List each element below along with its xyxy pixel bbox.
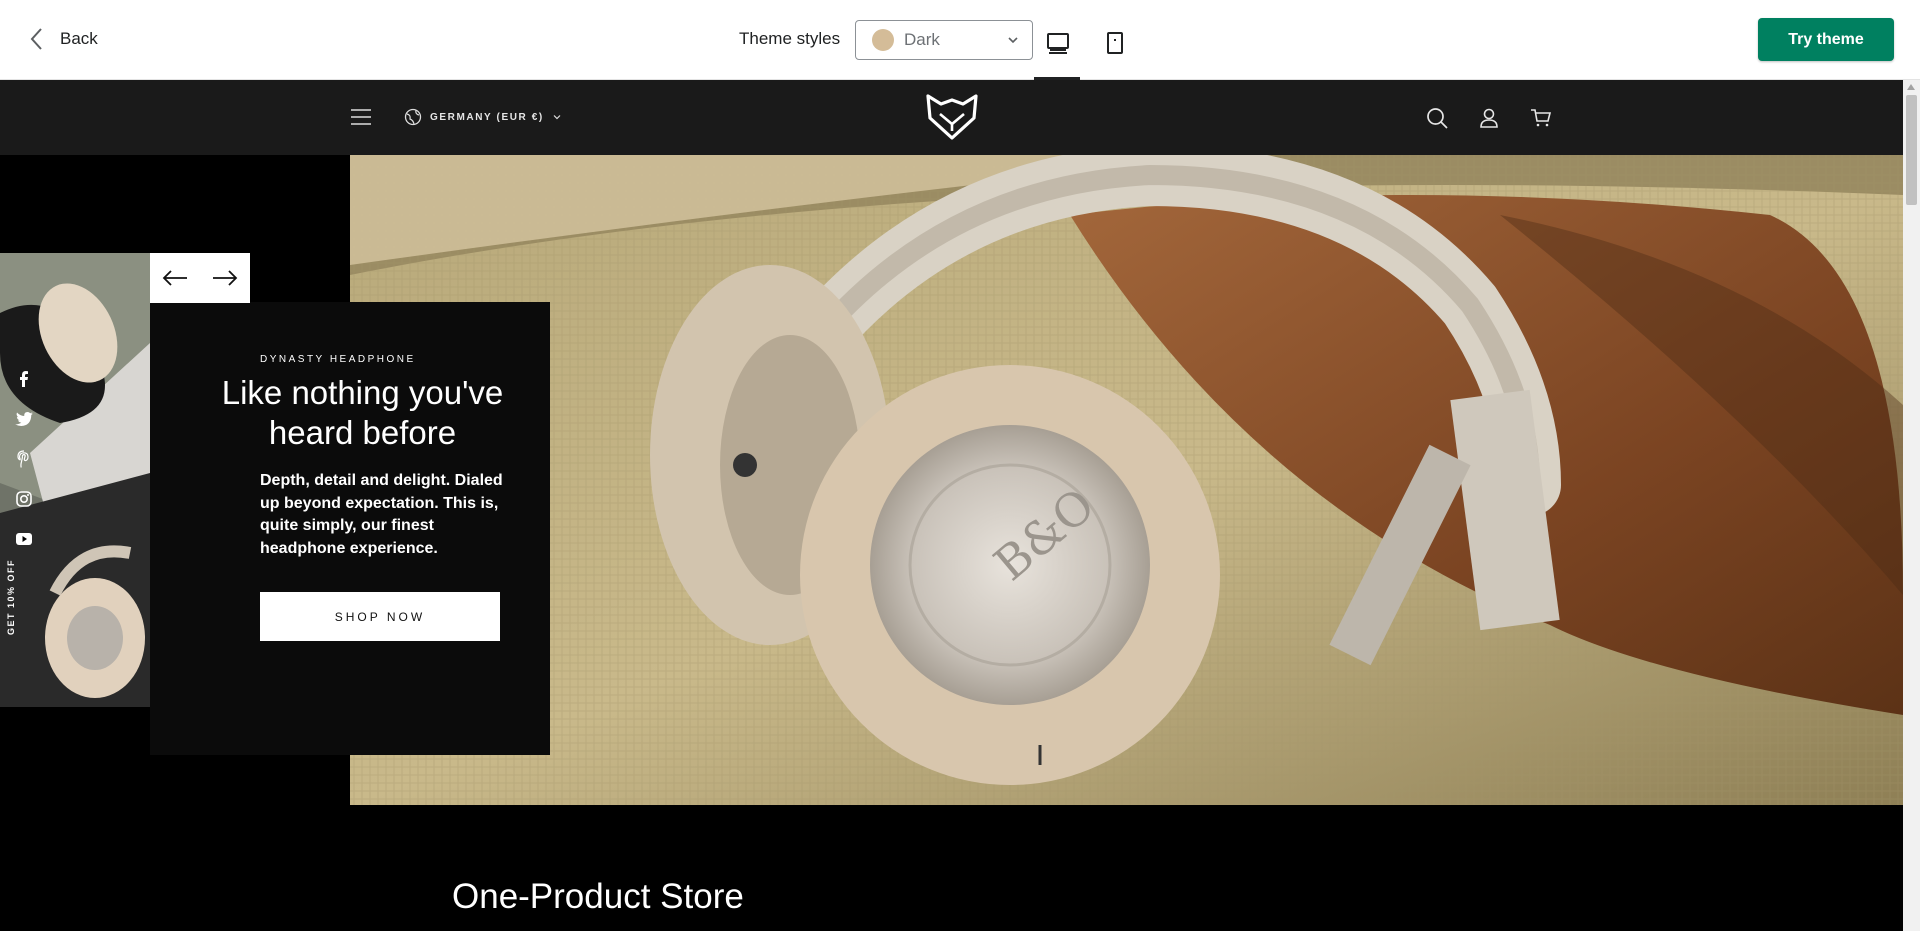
social-links — [14, 370, 34, 548]
slide-headline: Like nothing you've heard before — [221, 374, 504, 451]
facebook-icon[interactable] — [14, 370, 34, 388]
promo-tab[interactable]: GET 10% OFF — [6, 559, 16, 635]
arrow-left-icon[interactable] — [160, 268, 190, 288]
country-label: GERMANY (EUR €) — [430, 111, 544, 123]
scroll-up-icon[interactable] — [1907, 84, 1915, 90]
scrollbar-thumb[interactable] — [1906, 95, 1917, 205]
desktop-icon[interactable] — [1045, 30, 1071, 56]
try-theme-button[interactable]: Try theme — [1758, 18, 1894, 61]
section-title: One-Product Store — [452, 877, 744, 916]
twitter-icon[interactable] — [14, 410, 34, 428]
globe-icon — [404, 108, 422, 126]
chevron-left-icon — [30, 28, 42, 50]
shop-now-button[interactable]: SHOP NOW — [260, 592, 500, 641]
youtube-icon[interactable] — [14, 530, 34, 548]
back-label: Back — [60, 29, 98, 48]
account-icon[interactable] — [1477, 106, 1501, 130]
chevron-down-icon — [1008, 37, 1018, 44]
theme-styles-label: Theme styles — [739, 29, 841, 48]
store-header: GERMANY (EUR €) — [0, 80, 1903, 155]
search-icon[interactable] — [1425, 106, 1449, 130]
hero-product-image: B&O — [350, 155, 1903, 805]
menu-icon[interactable] — [350, 108, 372, 126]
pinterest-icon[interactable] — [14, 450, 34, 468]
back-button[interactable]: Back — [28, 26, 98, 52]
arrow-right-icon[interactable] — [210, 268, 240, 288]
theme-swatch — [872, 29, 894, 51]
theme-select-value: Dark — [904, 30, 940, 49]
store-preview: GERMANY (EUR €) B&O GET 10% OFF DYNASTY … — [0, 80, 1903, 931]
country-selector[interactable]: GERMANY (EUR €) — [404, 108, 562, 126]
slide-body: Depth, detail and delight. Dialed up bey… — [260, 472, 503, 557]
theme-style-select[interactable]: Dark — [855, 20, 1033, 60]
theme-editor-topbar: Back Theme styles Dark Try theme — [0, 0, 1920, 80]
store-logo-icon[interactable] — [924, 92, 980, 142]
instagram-icon[interactable] — [14, 490, 34, 508]
mobile-icon[interactable] — [1102, 30, 1128, 56]
cart-icon[interactable] — [1529, 106, 1553, 130]
preview-scrollbar[interactable] — [1903, 80, 1920, 931]
slide-eyebrow: DYNASTY HEADPHONE — [260, 354, 416, 365]
chevron-down-icon — [553, 115, 561, 120]
slide-arrows — [150, 253, 250, 303]
